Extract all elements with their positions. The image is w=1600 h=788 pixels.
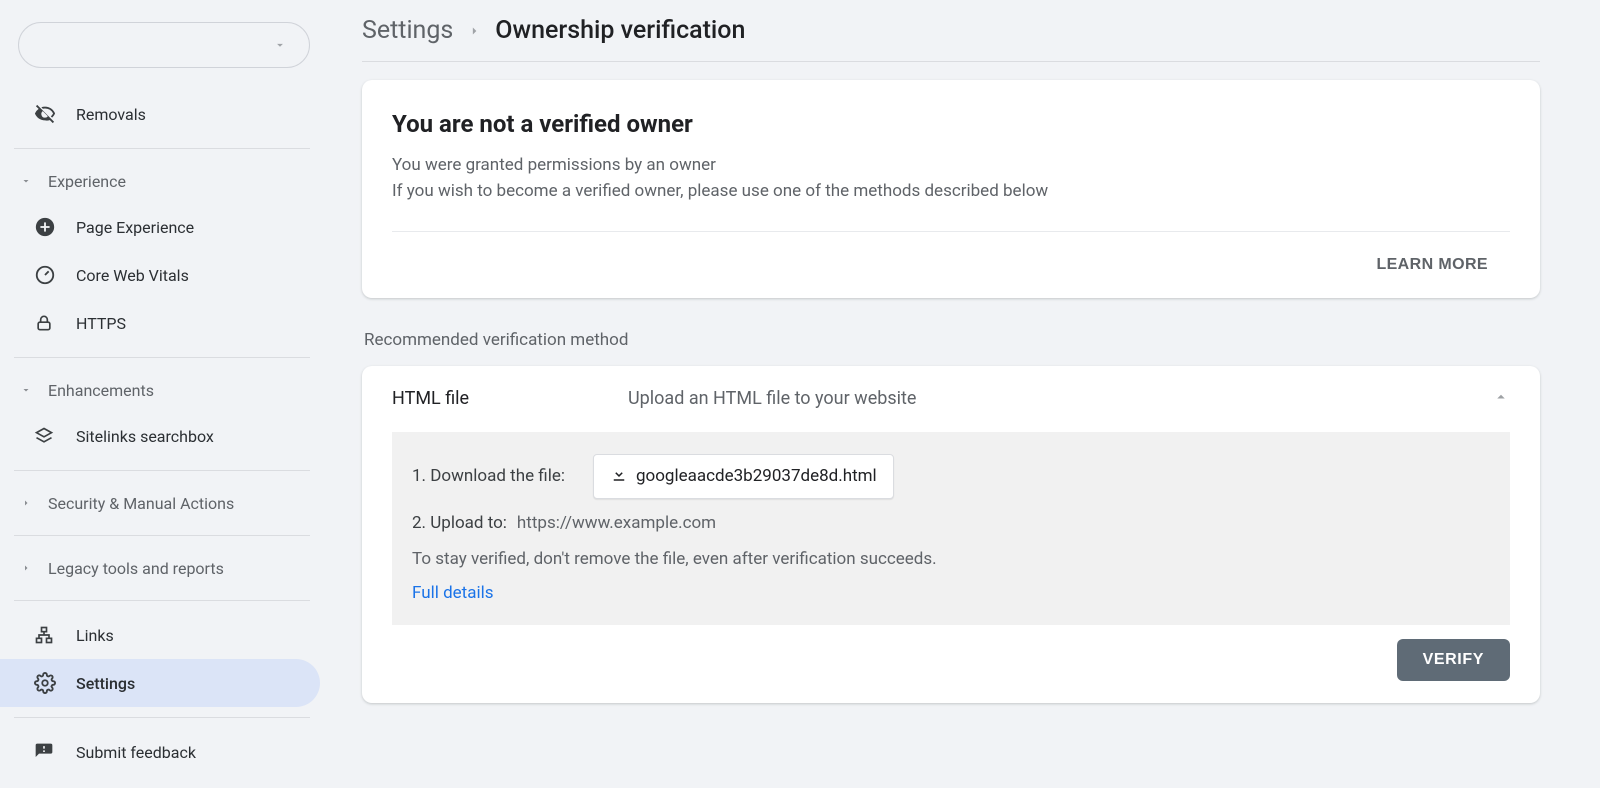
step-upload: 2. Upload to: https://www.example.com [412,513,1490,533]
sitemap-icon [34,625,76,645]
sidebar-item-label: HTTPS [76,314,126,333]
divider [14,535,310,536]
status-title: You are not a verified owner [392,110,1510,138]
sidebar-item-submit-feedback[interactable]: Submit feedback [0,728,320,776]
caret-down-icon [273,38,287,52]
caret-down-icon [20,175,48,187]
download-icon [610,465,628,488]
status-actions: LEARN MORE [392,231,1510,298]
sidebar-item-label: Core Web Vitals [76,266,189,285]
divider [14,470,310,471]
step-label: 2. Upload to: [412,513,507,533]
gear-icon [34,672,76,694]
download-file-button[interactable]: googleaacde3b29037de8d.html [593,454,894,499]
method-actions: VERIFY [362,625,1540,703]
sidebar-item-settings[interactable]: Settings [0,659,320,707]
breadcrumb: Settings Ownership verification [362,16,1540,45]
method-header[interactable]: HTML file Upload an HTML file to your we… [362,366,1540,432]
lock-icon [34,313,76,333]
step-label: 1. Download the file: [412,466,565,486]
sidebar-section-security[interactable]: Security & Manual Actions [0,481,324,525]
divider [14,148,310,149]
status-body: You were granted permissions by an owner… [392,152,1510,231]
verify-button[interactable]: VERIFY [1397,639,1510,681]
method-name: HTML file [392,388,628,409]
caret-down-icon [20,384,48,396]
sidebar-item-page-experience[interactable]: Page Experience [0,203,320,251]
sidebar-section-label: Experience [48,172,126,191]
sidebar-item-label: Sitelinks searchbox [76,427,214,446]
full-details-link[interactable]: Full details [412,583,1490,603]
breadcrumb-settings[interactable]: Settings [362,16,453,45]
sidebar-section-legacy[interactable]: Legacy tools and reports [0,546,324,590]
step-download: 1. Download the file: googleaacde3b29037… [412,454,1490,499]
sidebar-section-enhancements[interactable]: Enhancements [0,368,324,412]
sidebar: Removals Experience Page Experience Core… [0,0,324,788]
sidebar-item-https[interactable]: HTTPS [0,299,320,347]
divider [362,61,1540,62]
method-body: 1. Download the file: googleaacde3b29037… [392,432,1510,625]
method-card: HTML file Upload an HTML file to your we… [362,366,1540,703]
recommended-label: Recommended verification method [364,330,1540,350]
status-line: If you wish to become a verified owner, … [392,178,1510,204]
chevron-right-icon [467,16,481,45]
sidebar-section-label: Security & Manual Actions [48,494,234,513]
feedback-icon [34,742,76,762]
sidebar-item-label: Settings [76,674,135,693]
method-desc: Upload an HTML file to your website [628,388,1492,409]
divider [14,717,310,718]
sidebar-item-core-web-vitals[interactable]: Core Web Vitals [0,251,320,299]
download-filename: googleaacde3b29037de8d.html [636,466,877,486]
sidebar-item-label: Removals [76,105,146,124]
caret-right-icon [20,562,48,574]
property-selector[interactable] [18,22,310,68]
sidebar-item-links[interactable]: Links [0,611,320,659]
sidebar-item-label: Submit feedback [76,743,196,762]
circle-plus-icon [34,216,76,238]
divider [14,357,310,358]
learn-more-button[interactable]: LEARN MORE [1360,246,1504,284]
sidebar-item-label: Links [76,626,114,645]
chevron-up-icon [1492,388,1510,410]
status-line: You were granted permissions by an owner [392,152,1510,178]
breadcrumb-current: Ownership verification [495,16,745,45]
sidebar-section-label: Legacy tools and reports [48,559,224,578]
sidebar-item-removals[interactable]: Removals [0,90,320,138]
divider [14,600,310,601]
layers-icon [34,426,76,446]
upload-url: https://www.example.com [517,513,716,533]
status-card: You are not a verified owner You were gr… [362,80,1540,298]
verification-note: To stay verified, don't remove the file,… [412,549,1490,569]
sidebar-item-sitelinks[interactable]: Sitelinks searchbox [0,412,320,460]
main-content: Settings Ownership verification You are … [324,0,1600,788]
eye-off-icon [34,103,76,125]
speedometer-icon [34,264,76,286]
caret-right-icon [20,497,48,509]
sidebar-section-label: Enhancements [48,381,154,400]
sidebar-item-label: Page Experience [76,218,194,237]
sidebar-section-experience[interactable]: Experience [0,159,324,203]
